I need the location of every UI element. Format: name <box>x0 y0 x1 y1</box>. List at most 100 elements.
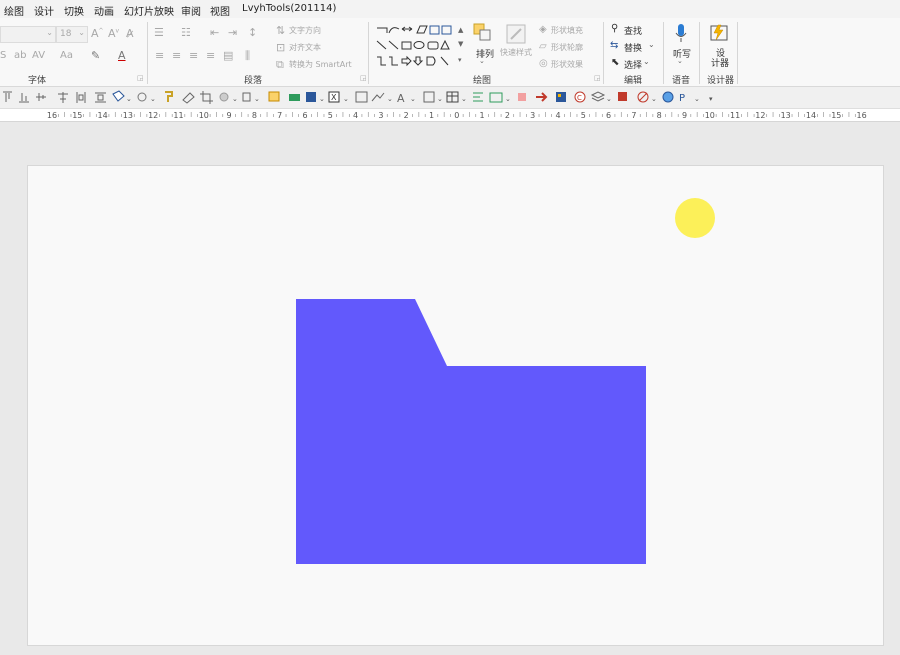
dialog-launcher-icon[interactable]: ◲ <box>137 74 144 82</box>
ruler-label: 11 <box>173 111 183 120</box>
tab-design[interactable]: 设计 <box>34 3 54 18</box>
elbow-connector-shape-icon <box>377 56 386 66</box>
oval-shape-icon <box>413 41 425 49</box>
distribute-h-icon <box>76 92 86 103</box>
ruler-label: 3 <box>530 111 535 120</box>
highlight-icon[interactable]: ✎ <box>91 49 100 62</box>
dialog-launcher-icon[interactable]: ◲ <box>360 74 367 82</box>
tab-transitions[interactable]: 切换 <box>64 3 84 18</box>
tab-review[interactable]: 审阅 <box>181 3 201 18</box>
designer-button-line2[interactable]: 计器 <box>711 56 729 69</box>
select-button[interactable]: 选择 <box>624 58 642 71</box>
numbering-icon[interactable]: ☷ <box>181 26 191 39</box>
shapes-gallery[interactable]: ▲ ▼ ▾ <box>375 24 465 68</box>
align-left-icon[interactable]: ≡ <box>155 49 164 62</box>
chevron-down-icon: ⌄ <box>254 95 260 103</box>
chevron-down-icon: ⌄ <box>694 95 700 103</box>
tab-draw[interactable]: 绘图 <box>4 3 24 18</box>
justify-icon[interactable]: ≡ <box>206 49 215 62</box>
diagonal-arrow-shape-icon <box>388 40 399 50</box>
distribute-icon[interactable]: ▤ <box>223 49 233 62</box>
ruler-label: 1 <box>429 111 434 120</box>
font-size-value: 18 <box>60 29 72 39</box>
tab-lvyhtools[interactable]: LvyhTools(201114) <box>242 3 336 14</box>
quick-styles-button[interactable]: 快速样式 <box>500 47 532 58</box>
layers-icon <box>590 91 606 102</box>
split-cells-icon <box>473 92 483 102</box>
chevron-down-icon: ⌄ <box>410 95 416 103</box>
chevron-down-icon: ⌄ <box>343 95 349 103</box>
font-size-box[interactable]: 18 ⌄ <box>56 26 88 43</box>
shrink-font-icon[interactable]: Av <box>108 27 119 40</box>
group-divider <box>368 22 369 84</box>
ruler-label: 13 <box>123 111 133 120</box>
blue-circle-icon <box>662 91 674 103</box>
wordart-icon: A <box>397 92 405 105</box>
shape-outline-button[interactable]: 形状轮廓 <box>551 42 583 53</box>
shape-effects-button[interactable]: 形状效果 <box>551 59 583 70</box>
align-text-button[interactable]: 对齐文本 <box>289 42 321 53</box>
red-box-icon <box>618 92 627 101</box>
chevron-down-icon: ⌄ <box>505 95 511 103</box>
shadow-icon[interactable]: S <box>0 50 6 61</box>
ruler-label: 9 <box>227 111 232 120</box>
shape-fill-icon <box>112 90 125 102</box>
tab-slideshow[interactable]: 幻灯片放映 <box>124 3 174 18</box>
convert-smartart-button[interactable]: 转换为 SmartArt <box>289 59 352 70</box>
grow-font-icon[interactable]: A^ <box>91 27 104 40</box>
paragraph-group-label: 段落 <box>244 76 263 86</box>
freeform-shape-icon <box>426 56 436 66</box>
yellow-circle-shape[interactable] <box>675 198 715 238</box>
font-color-icon[interactable]: A <box>118 49 126 62</box>
dialog-launcher-icon[interactable]: ◲ <box>594 74 601 82</box>
align-center-icon[interactable]: ≡ <box>172 49 181 62</box>
ruler-label: 12 <box>148 111 158 120</box>
table-grid-icon <box>423 91 435 103</box>
horizontal-ruler: 16 15 14 13 12 11 10 9 8 7 6 5 4 3 2 1 0 1 2 3 4 5 6 7 8 9 10 11 12 1… <box>0 109 900 122</box>
text-direction-button[interactable]: 文字方向 <box>289 25 321 36</box>
chevron-down-icon: ⌄ <box>126 95 132 103</box>
callout-shape-icon <box>440 56 449 66</box>
chevron-down-icon: ⌄ <box>319 95 325 103</box>
strikethrough-icon[interactable]: ab <box>14 50 26 61</box>
font-name-box[interactable]: ⌄ <box>0 26 56 43</box>
voice-group-label: 语音 <box>672 76 691 86</box>
shape-fill-button[interactable]: 形状填充 <box>551 25 583 36</box>
font-group-label: 字体 <box>28 76 47 86</box>
decrease-indent-icon[interactable]: ⇤ <box>210 26 219 39</box>
ruler-label: 9 <box>682 111 687 120</box>
folder-shape[interactable] <box>296 299 646 564</box>
ruler-label: 10 <box>199 111 209 120</box>
picture-tools-icon <box>371 92 385 102</box>
slide-canvas[interactable] <box>27 165 884 646</box>
change-case-icon[interactable]: Aa <box>60 50 73 61</box>
ruler-label: 6 <box>302 111 307 120</box>
merge-cells-icon <box>489 92 503 103</box>
find-button[interactable]: 查找 <box>624 24 642 37</box>
columns-icon[interactable]: ⫼ <box>245 49 250 63</box>
ruler-label: 10 <box>705 111 715 120</box>
align-text-icon: ⊡ <box>276 41 286 54</box>
bullets-icon[interactable]: ☰ <box>154 26 164 39</box>
tab-animations[interactable]: 动画 <box>94 3 114 18</box>
text-direction-icon: ⇅ <box>276 24 286 37</box>
align-right-icon[interactable]: ≡ <box>189 49 198 62</box>
ruler-label: 11 <box>730 111 740 120</box>
line-spacing-icon[interactable]: ↕ <box>248 26 257 39</box>
clear-formatting-icon[interactable]: A̷ <box>126 27 134 40</box>
replace-button[interactable]: 替换 <box>624 41 642 54</box>
customize-toolbar-icon: ▾ <box>709 95 713 103</box>
shape-red-icon <box>518 93 526 101</box>
tab-view[interactable]: 视图 <box>210 3 230 18</box>
ruler-label: 3 <box>378 111 383 120</box>
svg-text:X: X <box>331 93 337 102</box>
format-painter-icon <box>165 91 173 102</box>
vertical-textbox-shape-icon <box>441 25 452 35</box>
editing-group-label: 编辑 <box>624 76 643 86</box>
increase-indent-icon[interactable]: ⇥ <box>228 26 237 39</box>
ruler-label: 7 <box>277 111 282 120</box>
shape-effects-icon <box>137 92 147 102</box>
crop-icon <box>200 91 213 104</box>
group-divider <box>699 22 700 84</box>
character-spacing-icon[interactable]: AV <box>32 50 45 61</box>
